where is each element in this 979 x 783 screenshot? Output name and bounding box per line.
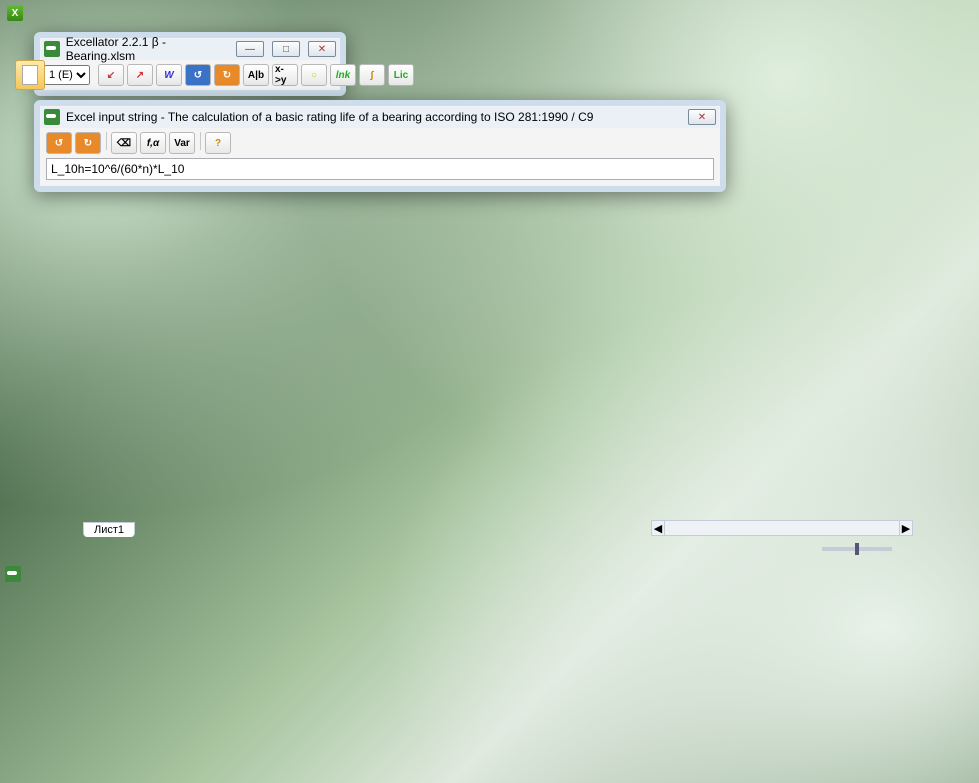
input-title: Excel input string - The calculation of …	[66, 110, 593, 124]
tb-redo-icon[interactable]: ↻	[214, 64, 240, 86]
zoom-slider[interactable]	[822, 547, 892, 551]
paste-icon	[15, 60, 45, 90]
hscrollbar[interactable]: ◀ ▶	[651, 520, 913, 536]
help-icon[interactable]: ?	[205, 132, 231, 154]
tb-ab-icon[interactable]: A|b	[243, 64, 269, 86]
sheet-tab[interactable]: Лист1	[83, 522, 135, 537]
excellator-titlebar[interactable]: Excellator 2.2.1 β - Bearing.xlsm — □ ✕	[40, 38, 340, 60]
maximize-button[interactable]: □	[272, 41, 300, 57]
excel-icon: X	[7, 5, 23, 21]
redo-icon[interactable]: ↻	[75, 132, 101, 154]
app-icon	[44, 109, 60, 125]
input-string-window: Excel input string - The calculation of …	[34, 100, 726, 192]
tb-circle-icon[interactable]: ○	[301, 64, 327, 86]
close-button[interactable]: ✕	[308, 41, 336, 57]
tb-xy-icon[interactable]: x->y	[272, 64, 298, 86]
tb-lic-icon[interactable]: Lic	[388, 64, 414, 86]
close-button[interactable]: ✕	[688, 109, 716, 125]
erase-icon[interactable]: ⌫	[111, 132, 137, 154]
minimize-button[interactable]: —	[236, 41, 264, 57]
tb-arrow-in-icon[interactable]: ↙	[98, 64, 124, 86]
tb-link-icon[interactable]: lnk	[330, 64, 356, 86]
tb-integral-icon[interactable]: ∫	[359, 64, 385, 86]
app-icon	[5, 566, 21, 582]
tb-word-icon[interactable]: W	[156, 64, 182, 86]
sheet-selector[interactable]: 1 (E)	[44, 65, 90, 85]
app-icon	[44, 41, 60, 57]
undo-icon[interactable]: ↺	[46, 132, 72, 154]
var-icon[interactable]: Var	[169, 132, 195, 154]
falpha-icon[interactable]: f,α	[140, 132, 166, 154]
excellator-window: Excellator 2.2.1 β - Bearing.xlsm — □ ✕ …	[34, 32, 346, 96]
tb-arrow-out-icon[interactable]: ↗	[127, 64, 153, 86]
tb-undo-icon[interactable]: ↺	[185, 64, 211, 86]
input-titlebar[interactable]: Excel input string - The calculation of …	[40, 106, 720, 128]
formula-input[interactable]	[46, 158, 714, 180]
excellator-title: Excellator 2.2.1 β - Bearing.xlsm	[66, 35, 236, 63]
